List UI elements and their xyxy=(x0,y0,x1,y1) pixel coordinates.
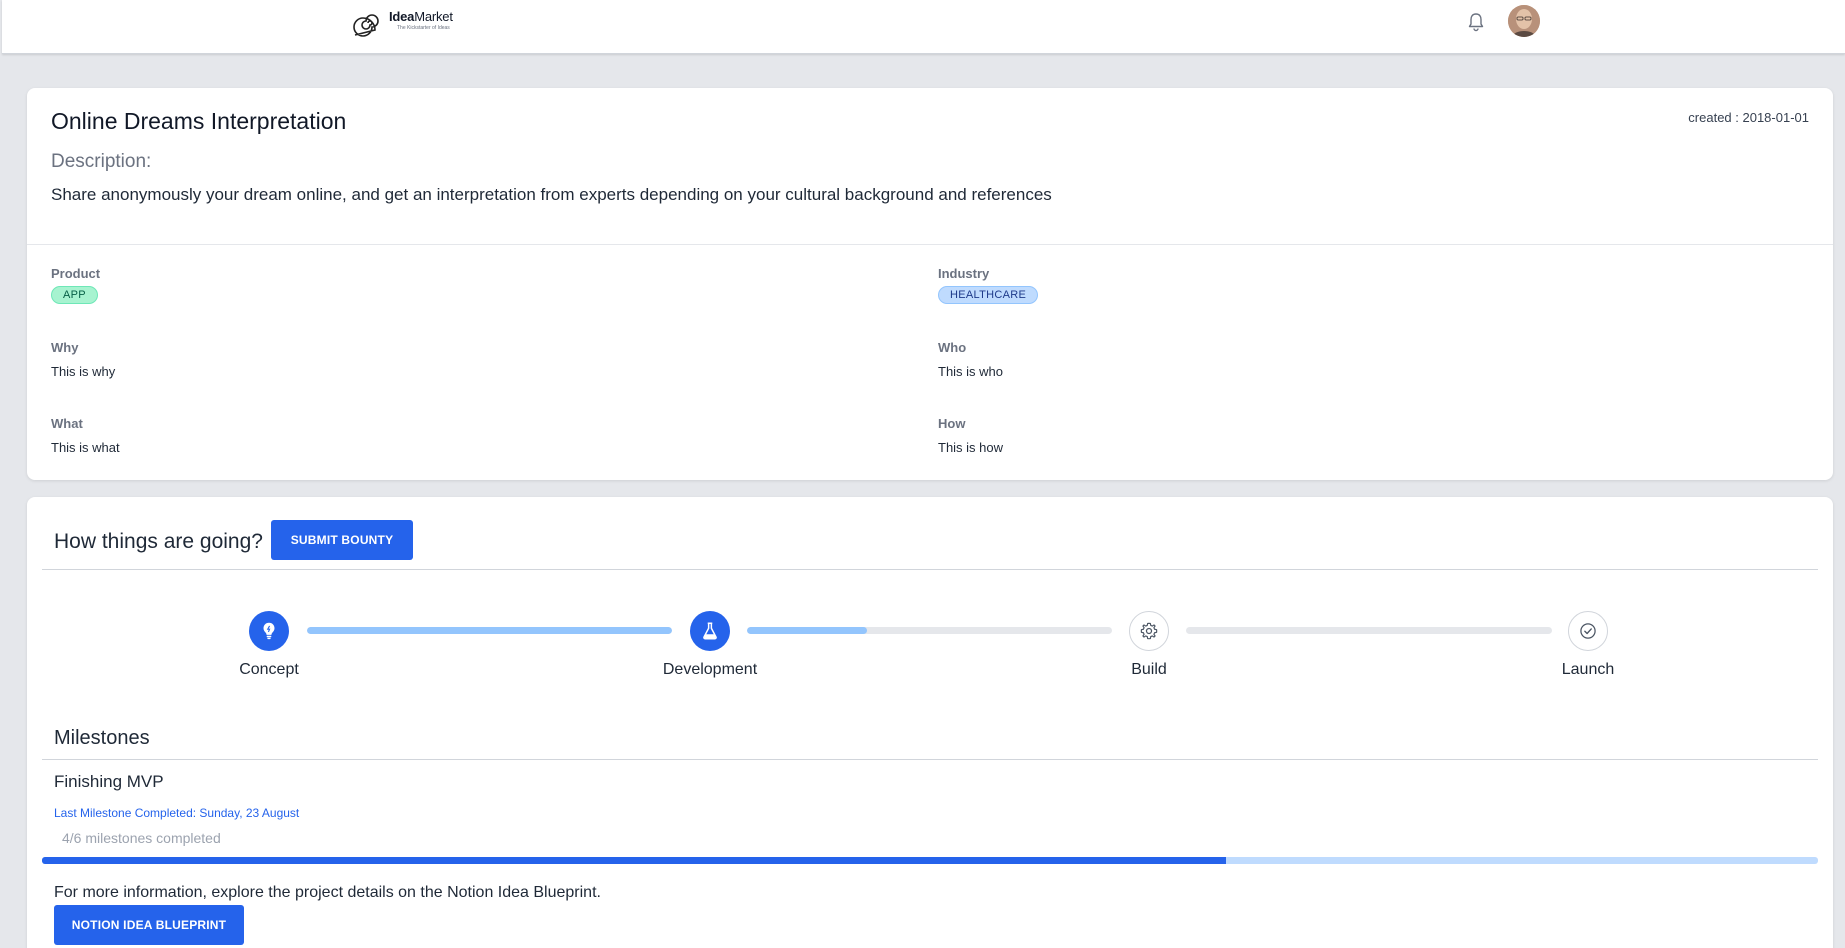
what-label: What xyxy=(51,416,83,431)
milestones-title: Milestones xyxy=(54,727,150,749)
idea-title: Online Dreams Interpretation xyxy=(51,108,347,134)
industry-label: Industry xyxy=(938,266,990,281)
step-concept-label: Concept xyxy=(239,661,299,678)
why-field: Why This is why xyxy=(51,340,115,379)
step-launch-label: Launch xyxy=(1561,661,1615,678)
milestones-progress-fill xyxy=(42,857,1226,864)
step-build-label: Build xyxy=(1131,661,1167,678)
divider xyxy=(27,244,1833,245)
current-milestone: Finishing MVP xyxy=(54,772,164,791)
why-value: This is why xyxy=(51,364,116,379)
divider xyxy=(42,759,1818,760)
what-field: What This is what xyxy=(51,416,120,455)
step-track-2-fill xyxy=(747,627,868,634)
gear-icon xyxy=(1140,622,1158,640)
lightbulb-icon xyxy=(263,622,275,640)
step-development[interactable] xyxy=(690,611,730,651)
step-track-2 xyxy=(747,627,1112,634)
created-date: created : 2018-01-01 xyxy=(1688,110,1809,125)
how-value: This is how xyxy=(938,440,1004,455)
check-circle-icon xyxy=(1580,623,1596,639)
step-track-3 xyxy=(1186,627,1552,634)
divider xyxy=(42,569,1818,570)
step-track-1-fill xyxy=(307,627,672,634)
milestones-count: 4/6 milestones completed xyxy=(62,830,221,846)
what-value: This is what xyxy=(51,440,120,455)
product-label: Product xyxy=(51,266,101,281)
industry-field: Industry HEALTHCARE xyxy=(938,266,1039,304)
snail-logo-icon xyxy=(353,14,379,37)
last-milestone-completed: Last Milestone Completed: Sunday, 23 Aug… xyxy=(54,806,300,820)
step-build[interactable] xyxy=(1129,611,1169,651)
idea-details-card: Online Dreams Interpretation created : 2… xyxy=(27,88,1833,480)
product-badge: APP xyxy=(51,286,98,304)
milestones-progress-bar xyxy=(42,857,1818,864)
top-navbar: IdeaMarket The Kickstarter of Ideas xyxy=(2,0,1845,54)
description-text: Share anonymously your dream online, and… xyxy=(51,185,1052,204)
who-label: Who xyxy=(938,340,967,355)
progress-title: How things are going? xyxy=(54,530,263,553)
more-info-text: For more information, explore the projec… xyxy=(54,884,601,901)
how-field: How This is how xyxy=(938,416,1003,455)
step-track-1 xyxy=(307,627,672,634)
step-development-label: Development xyxy=(662,661,758,678)
user-avatar[interactable] xyxy=(1508,5,1540,37)
logo[interactable]: IdeaMarket The Kickstarter of Ideas xyxy=(351,7,453,41)
description-label: Description: xyxy=(51,151,152,172)
why-label: Why xyxy=(51,340,79,355)
logo-tagline: The Kickstarter of Ideas xyxy=(397,25,450,31)
bell-icon[interactable] xyxy=(1464,10,1488,34)
logo-name: IdeaMarket xyxy=(389,9,453,24)
flask-icon xyxy=(703,622,717,640)
step-concept[interactable] xyxy=(249,611,289,651)
submit-bounty-button[interactable]: SUBMIT BOUNTY xyxy=(271,520,413,560)
notion-blueprint-button[interactable]: NOTION IDEA BLUEPRINT xyxy=(54,905,244,945)
progress-card: How things are going? SUBMIT BOUNTY Conc… xyxy=(27,497,1833,948)
step-launch[interactable] xyxy=(1568,611,1608,651)
who-field: Who This is who xyxy=(938,340,1003,379)
how-label: How xyxy=(938,416,966,431)
industry-badge: HEALTHCARE xyxy=(938,286,1039,304)
product-field: Product APP xyxy=(51,266,100,304)
who-value: This is who xyxy=(938,364,1004,379)
